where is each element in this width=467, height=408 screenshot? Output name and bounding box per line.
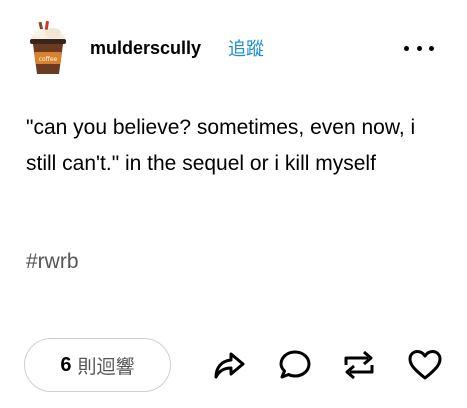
more-dot-icon: [404, 45, 409, 51]
follow-button[interactable]: 追蹤: [228, 35, 264, 61]
reply-icon: [279, 350, 311, 379]
reblog-button[interactable]: [338, 344, 380, 386]
username-link[interactable]: mulderscully: [90, 38, 201, 59]
more-dot-icon: [416, 45, 422, 51]
post-header: coffee mulderscully 追蹤: [26, 20, 446, 76]
more-dot-icon: [429, 45, 434, 51]
avatar[interactable]: coffee: [26, 20, 70, 76]
heart-icon: [408, 350, 442, 380]
reply-button[interactable]: [274, 344, 316, 386]
post-card: coffee mulderscully 追蹤 "can you believe?…: [0, 0, 467, 408]
notes-button[interactable]: 6 則迴響: [24, 338, 171, 392]
share-icon: [214, 352, 245, 379]
more-options-button[interactable]: [404, 40, 434, 56]
reblog-icon: [344, 350, 374, 380]
notes-count: 6: [60, 353, 72, 376]
svg-text:coffee: coffee: [39, 56, 58, 63]
coffee-cup-avatar-icon: coffee: [30, 20, 66, 74]
like-button[interactable]: [404, 344, 446, 386]
share-button[interactable]: [208, 344, 250, 386]
post-body: "can you believe? sometimes, even now, i…: [26, 116, 416, 175]
post-tag[interactable]: #rwrb: [26, 250, 79, 274]
notes-label: 則迴響: [77, 355, 135, 378]
